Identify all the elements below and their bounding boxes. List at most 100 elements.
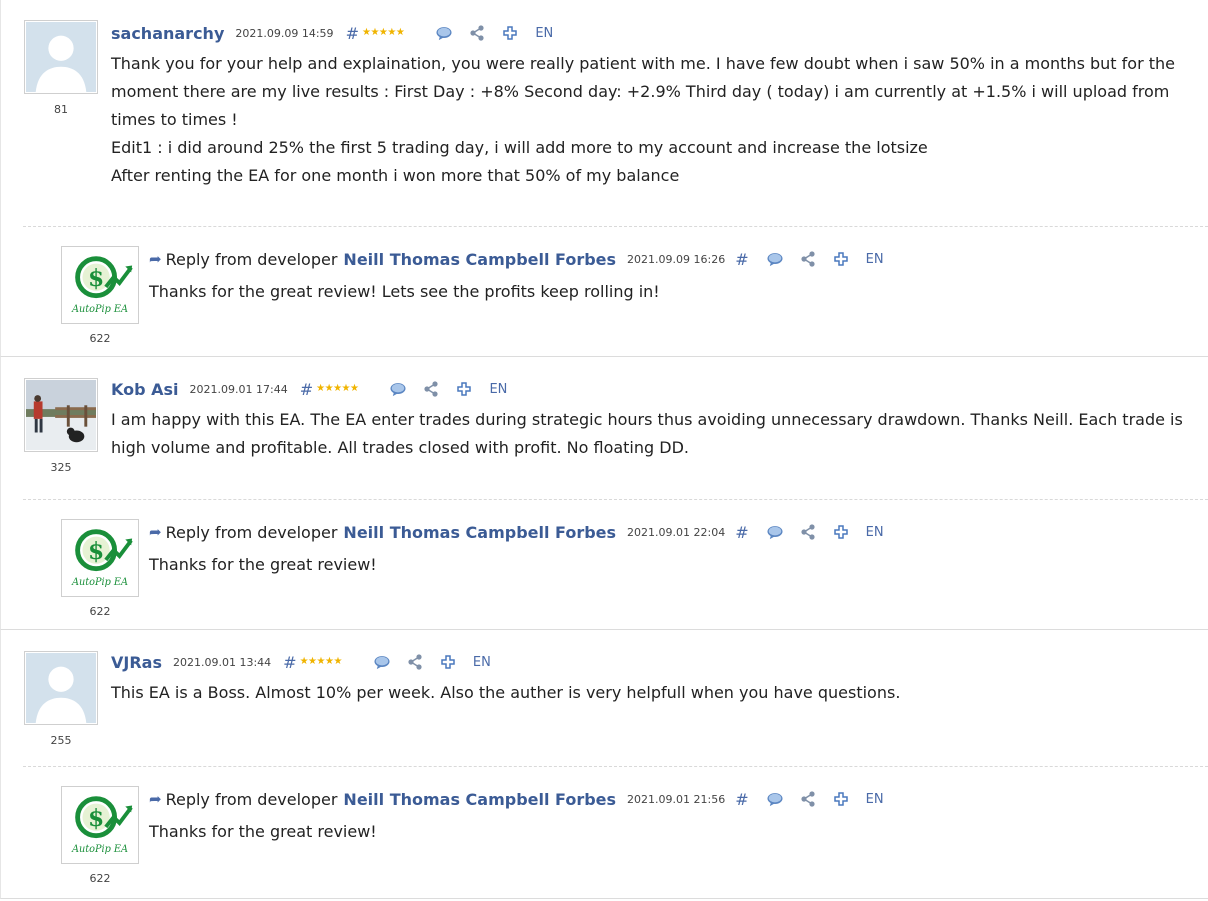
star-icon: ★ (361, 27, 371, 38)
reply-prefix: ➦ Reply from developer (149, 523, 337, 542)
avatar[interactable] (24, 20, 98, 94)
review-author-link[interactable]: sachanarchy (111, 24, 224, 43)
star-icon: ★ (316, 656, 326, 667)
star-icon: ★ (316, 383, 325, 394)
avatar[interactable] (24, 651, 98, 725)
reply-text: Thanks for the great review! Lets see th… (149, 282, 660, 301)
plus-icon[interactable] (833, 791, 849, 807)
review-avatar-col: 81 (22, 20, 100, 116)
reply-header: ➦ Reply from developer Neill Thomas Camp… (149, 788, 1199, 810)
developer-author-link[interactable]: Neill Thomas Campbell Forbes (343, 523, 616, 542)
svg-text:$: $ (88, 537, 104, 565)
plus-icon[interactable] (440, 654, 456, 670)
logo-text: AutoPip EA (71, 844, 128, 855)
language-link[interactable]: EN (489, 382, 507, 397)
reply-header: ➦ Reply from developer Neill Thomas Camp… (149, 248, 1199, 270)
review-date: 2021.09.01 13:44 (172, 655, 272, 669)
default-user-avatar-icon (26, 22, 96, 92)
developer-avatar[interactable]: $ AutoPip EA (61, 246, 139, 324)
review-paragraph: Thank you for your help and explaination… (111, 54, 1175, 129)
review-tools: EN (374, 654, 491, 670)
plus-icon[interactable] (502, 25, 518, 41)
language-link[interactable]: EN (866, 792, 884, 807)
language-link[interactable]: EN (866, 252, 884, 267)
review-tools: EN (390, 381, 507, 397)
share-icon[interactable] (800, 791, 816, 807)
developer-avatar[interactable]: $ AutoPip EA (61, 786, 139, 864)
reply-date: 2021.09.09 16:26 (627, 252, 726, 266)
reply-header: ➦ Reply from developer Neill Thomas Camp… (149, 521, 1199, 543)
review-date: 2021.09.09 14:59 (235, 26, 334, 40)
developer-rating-count: 622 (89, 872, 111, 885)
review-paragraph: I am happy with this EA. The EA enter tr… (111, 410, 1183, 457)
review-paragraph: Edit1 : i did around 25% the first 5 tra… (111, 138, 928, 157)
reply-tools: EN (767, 251, 884, 267)
permalink-hash[interactable]: # (735, 790, 748, 809)
star-icon: ★ (350, 383, 359, 394)
reply-divider (23, 226, 1208, 227)
star-icon: ★ (308, 656, 317, 667)
reply-text: Thanks for the great review! (149, 822, 377, 841)
permalink-hash[interactable]: # (300, 380, 313, 399)
permalink-hash[interactable]: # (346, 24, 359, 43)
review-content: Kob Asi 2021.09.01 17:44 # ★ ★ ★ ★ ★ EN … (111, 378, 1201, 462)
developer-rating-count: 622 (89, 605, 111, 618)
reply-text: Thanks for the great review! (149, 555, 377, 574)
default-user-avatar-icon (26, 653, 96, 723)
logo-text: AutoPip EA (71, 577, 128, 588)
star-rating: ★ ★ ★ ★ ★ (300, 656, 343, 667)
review-header: VJRas 2021.09.01 13:44 # ★ ★ ★ ★ ★ EN (111, 651, 1201, 673)
review-item: 255 VJRas 2021.09.01 13:44 # ★ ★ ★ ★ ★ E… (0, 630, 1208, 899)
developer-author-link[interactable]: Neill Thomas Campbell Forbes (343, 250, 616, 269)
reply-prefix-label: Reply from developer (165, 249, 338, 269)
speech-bubble-icon[interactable] (390, 381, 406, 397)
language-link[interactable]: EN (535, 26, 553, 41)
reply-content: ➦ Reply from developer Neill Thomas Camp… (149, 248, 1199, 306)
speech-bubble-icon[interactable] (767, 791, 783, 807)
language-link[interactable]: EN (866, 525, 884, 540)
speech-bubble-icon[interactable] (767, 524, 783, 540)
share-icon[interactable] (800, 524, 816, 540)
review-avatar-col: 325 (22, 378, 100, 474)
plus-icon[interactable] (833, 524, 849, 540)
speech-bubble-icon[interactable] (374, 654, 390, 670)
user-rating-count: 255 (50, 734, 72, 747)
plus-icon[interactable] (456, 381, 472, 397)
share-icon[interactable] (407, 654, 423, 670)
share-icon[interactable] (469, 25, 485, 41)
svg-text:$: $ (88, 804, 104, 832)
autopip-logo-icon: $ AutoPip EA (63, 521, 137, 595)
permalink-hash[interactable]: # (735, 523, 748, 542)
review-item: 81 sachanarchy 2021.09.09 14:59 # ★ ★ ★ ★ ★ (0, 0, 1208, 357)
star-icon: ★ (333, 383, 342, 394)
developer-avatar[interactable]: $ AutoPip EA (61, 519, 139, 597)
share-icon[interactable] (423, 381, 439, 397)
review-avatar-col: 255 (22, 651, 100, 747)
star-icon: ★ (395, 27, 405, 38)
reply-content: ➦ Reply from developer Neill Thomas Camp… (149, 521, 1199, 579)
reply-avatar-col: $ AutoPip EA 622 (61, 246, 139, 345)
developer-rating-count: 622 (89, 332, 111, 345)
review-header: Kob Asi 2021.09.01 17:44 # ★ ★ ★ ★ ★ EN (111, 378, 1201, 400)
language-link[interactable]: EN (473, 655, 491, 670)
reply-divider (23, 499, 1208, 500)
share-icon[interactable] (800, 251, 816, 267)
star-icon: ★ (324, 383, 334, 394)
plus-icon[interactable] (833, 251, 849, 267)
avatar[interactable] (24, 378, 98, 452)
permalink-hash[interactable]: # (283, 653, 296, 672)
review-author-link[interactable]: VJRas (111, 653, 162, 672)
speech-bubble-icon[interactable] (436, 25, 452, 41)
autopip-logo-icon: $ AutoPip EA (63, 788, 137, 862)
permalink-hash[interactable]: # (735, 250, 748, 269)
review-text: I am happy with this EA. The EA enter tr… (111, 406, 1201, 462)
review-content: sachanarchy 2021.09.09 14:59 # ★★★★★ (111, 22, 1201, 190)
review-paragraph: After renting the EA for one month i won… (111, 166, 680, 185)
review-date: 2021.09.01 17:44 (189, 382, 288, 396)
review-text: Thank you for your help and explaination… (111, 50, 1201, 190)
reply-divider (23, 766, 1208, 767)
review-content: VJRas 2021.09.01 13:44 # ★ ★ ★ ★ ★ EN Th… (111, 651, 1201, 707)
developer-author-link[interactable]: Neill Thomas Campbell Forbes (343, 790, 616, 809)
review-author-link[interactable]: Kob Asi (111, 380, 179, 399)
speech-bubble-icon[interactable] (767, 251, 783, 267)
